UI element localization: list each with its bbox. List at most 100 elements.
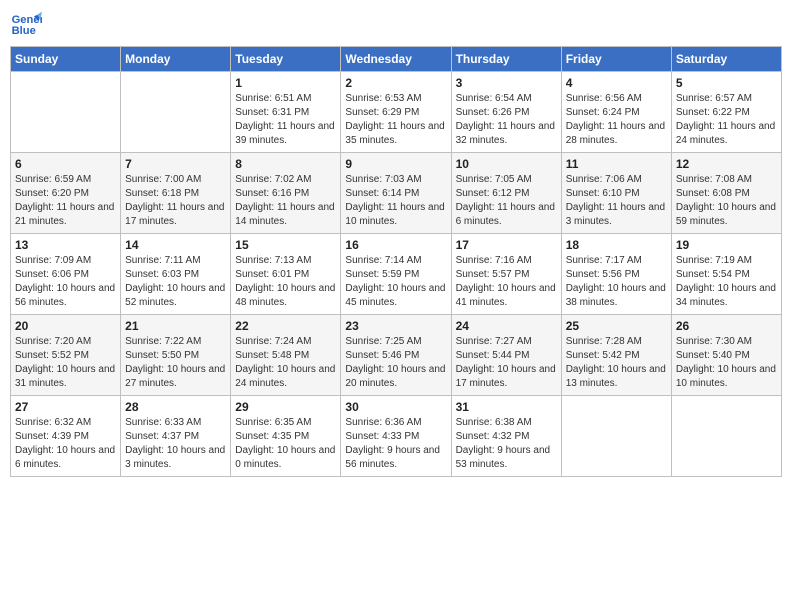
calendar-cell: 22 Sunrise: 7:24 AMSunset: 5:48 PMDaylig…	[231, 315, 341, 396]
day-number: 12	[676, 157, 777, 171]
day-info: Sunrise: 7:30 AMSunset: 5:40 PMDaylight:…	[676, 336, 776, 389]
day-info: Sunrise: 6:59 AMSunset: 6:20 PMDaylight:…	[15, 174, 114, 227]
day-number: 2	[345, 76, 446, 90]
day-info: Sunrise: 6:53 AMSunset: 6:29 PMDaylight:…	[345, 93, 444, 146]
calendar-cell: 1 Sunrise: 6:51 AMSunset: 6:31 PMDayligh…	[231, 72, 341, 153]
day-info: Sunrise: 7:05 AMSunset: 6:12 PMDaylight:…	[456, 174, 555, 227]
day-number: 17	[456, 238, 557, 252]
weekday-header: Tuesday	[231, 47, 341, 72]
calendar-week-row: 27 Sunrise: 6:32 AMSunset: 4:39 PMDaylig…	[11, 396, 782, 477]
day-info: Sunrise: 7:06 AMSunset: 6:10 PMDaylight:…	[566, 174, 665, 227]
weekday-header: Wednesday	[341, 47, 451, 72]
calendar-cell: 6 Sunrise: 6:59 AMSunset: 6:20 PMDayligh…	[11, 153, 121, 234]
day-number: 28	[125, 400, 226, 414]
day-number: 26	[676, 319, 777, 333]
day-info: Sunrise: 7:22 AMSunset: 5:50 PMDaylight:…	[125, 336, 225, 389]
day-number: 21	[125, 319, 226, 333]
calendar-cell: 4 Sunrise: 6:56 AMSunset: 6:24 PMDayligh…	[561, 72, 671, 153]
calendar-cell: 14 Sunrise: 7:11 AMSunset: 6:03 PMDaylig…	[121, 234, 231, 315]
day-info: Sunrise: 7:27 AMSunset: 5:44 PMDaylight:…	[456, 336, 556, 389]
day-number: 13	[15, 238, 116, 252]
day-info: Sunrise: 6:33 AMSunset: 4:37 PMDaylight:…	[125, 417, 225, 470]
day-number: 18	[566, 238, 667, 252]
day-info: Sunrise: 7:28 AMSunset: 5:42 PMDaylight:…	[566, 336, 666, 389]
calendar-week-row: 13 Sunrise: 7:09 AMSunset: 6:06 PMDaylig…	[11, 234, 782, 315]
day-info: Sunrise: 6:35 AMSunset: 4:35 PMDaylight:…	[235, 417, 335, 470]
logo-icon: General Blue	[10, 10, 42, 38]
calendar-cell: 25 Sunrise: 7:28 AMSunset: 5:42 PMDaylig…	[561, 315, 671, 396]
day-number: 31	[456, 400, 557, 414]
calendar-cell: 2 Sunrise: 6:53 AMSunset: 6:29 PMDayligh…	[341, 72, 451, 153]
calendar-cell	[561, 396, 671, 477]
day-info: Sunrise: 7:02 AMSunset: 6:16 PMDaylight:…	[235, 174, 334, 227]
calendar-cell: 3 Sunrise: 6:54 AMSunset: 6:26 PMDayligh…	[451, 72, 561, 153]
day-number: 6	[15, 157, 116, 171]
weekday-header: Sunday	[11, 47, 121, 72]
day-info: Sunrise: 7:09 AMSunset: 6:06 PMDaylight:…	[15, 255, 115, 308]
day-info: Sunrise: 6:38 AMSunset: 4:32 PMDaylight:…	[456, 417, 551, 470]
calendar-week-row: 6 Sunrise: 6:59 AMSunset: 6:20 PMDayligh…	[11, 153, 782, 234]
day-info: Sunrise: 6:51 AMSunset: 6:31 PMDaylight:…	[235, 93, 334, 146]
day-info: Sunrise: 7:14 AMSunset: 5:59 PMDaylight:…	[345, 255, 445, 308]
day-number: 22	[235, 319, 336, 333]
calendar-cell: 17 Sunrise: 7:16 AMSunset: 5:57 PMDaylig…	[451, 234, 561, 315]
calendar-cell: 7 Sunrise: 7:00 AMSunset: 6:18 PMDayligh…	[121, 153, 231, 234]
calendar-cell: 5 Sunrise: 6:57 AMSunset: 6:22 PMDayligh…	[671, 72, 781, 153]
day-number: 16	[345, 238, 446, 252]
day-info: Sunrise: 7:11 AMSunset: 6:03 PMDaylight:…	[125, 255, 225, 308]
day-info: Sunrise: 7:00 AMSunset: 6:18 PMDaylight:…	[125, 174, 224, 227]
day-number: 8	[235, 157, 336, 171]
calendar-cell: 13 Sunrise: 7:09 AMSunset: 6:06 PMDaylig…	[11, 234, 121, 315]
page-header: General Blue	[10, 10, 782, 38]
calendar-week-row: 1 Sunrise: 6:51 AMSunset: 6:31 PMDayligh…	[11, 72, 782, 153]
calendar-cell: 11 Sunrise: 7:06 AMSunset: 6:10 PMDaylig…	[561, 153, 671, 234]
day-number: 14	[125, 238, 226, 252]
calendar-cell: 12 Sunrise: 7:08 AMSunset: 6:08 PMDaylig…	[671, 153, 781, 234]
day-number: 23	[345, 319, 446, 333]
day-info: Sunrise: 7:19 AMSunset: 5:54 PMDaylight:…	[676, 255, 776, 308]
calendar-cell: 24 Sunrise: 7:27 AMSunset: 5:44 PMDaylig…	[451, 315, 561, 396]
calendar-cell: 18 Sunrise: 7:17 AMSunset: 5:56 PMDaylig…	[561, 234, 671, 315]
day-info: Sunrise: 6:56 AMSunset: 6:24 PMDaylight:…	[566, 93, 665, 146]
weekday-header: Friday	[561, 47, 671, 72]
day-info: Sunrise: 6:36 AMSunset: 4:33 PMDaylight:…	[345, 417, 440, 470]
day-number: 27	[15, 400, 116, 414]
day-number: 29	[235, 400, 336, 414]
day-info: Sunrise: 6:57 AMSunset: 6:22 PMDaylight:…	[676, 93, 775, 146]
day-info: Sunrise: 7:16 AMSunset: 5:57 PMDaylight:…	[456, 255, 556, 308]
day-number: 3	[456, 76, 557, 90]
day-number: 15	[235, 238, 336, 252]
calendar-cell: 29 Sunrise: 6:35 AMSunset: 4:35 PMDaylig…	[231, 396, 341, 477]
calendar-table: SundayMondayTuesdayWednesdayThursdayFrid…	[10, 46, 782, 477]
day-number: 4	[566, 76, 667, 90]
calendar-cell: 28 Sunrise: 6:33 AMSunset: 4:37 PMDaylig…	[121, 396, 231, 477]
calendar-cell: 10 Sunrise: 7:05 AMSunset: 6:12 PMDaylig…	[451, 153, 561, 234]
calendar-cell: 23 Sunrise: 7:25 AMSunset: 5:46 PMDaylig…	[341, 315, 451, 396]
weekday-header: Monday	[121, 47, 231, 72]
calendar-cell	[671, 396, 781, 477]
calendar-cell: 19 Sunrise: 7:19 AMSunset: 5:54 PMDaylig…	[671, 234, 781, 315]
calendar-cell: 30 Sunrise: 6:36 AMSunset: 4:33 PMDaylig…	[341, 396, 451, 477]
day-number: 19	[676, 238, 777, 252]
day-info: Sunrise: 6:54 AMSunset: 6:26 PMDaylight:…	[456, 93, 555, 146]
calendar-cell: 8 Sunrise: 7:02 AMSunset: 6:16 PMDayligh…	[231, 153, 341, 234]
day-number: 20	[15, 319, 116, 333]
calendar-week-row: 20 Sunrise: 7:20 AMSunset: 5:52 PMDaylig…	[11, 315, 782, 396]
day-number: 25	[566, 319, 667, 333]
calendar-cell	[11, 72, 121, 153]
day-info: Sunrise: 6:32 AMSunset: 4:39 PMDaylight:…	[15, 417, 115, 470]
calendar-cell: 20 Sunrise: 7:20 AMSunset: 5:52 PMDaylig…	[11, 315, 121, 396]
calendar-cell: 15 Sunrise: 7:13 AMSunset: 6:01 PMDaylig…	[231, 234, 341, 315]
day-number: 9	[345, 157, 446, 171]
day-number: 10	[456, 157, 557, 171]
day-info: Sunrise: 7:20 AMSunset: 5:52 PMDaylight:…	[15, 336, 115, 389]
day-info: Sunrise: 7:13 AMSunset: 6:01 PMDaylight:…	[235, 255, 335, 308]
day-number: 5	[676, 76, 777, 90]
day-info: Sunrise: 7:03 AMSunset: 6:14 PMDaylight:…	[345, 174, 444, 227]
day-number: 7	[125, 157, 226, 171]
day-info: Sunrise: 7:24 AMSunset: 5:48 PMDaylight:…	[235, 336, 335, 389]
svg-text:Blue: Blue	[12, 25, 36, 37]
logo: General Blue	[10, 10, 46, 38]
weekday-header: Saturday	[671, 47, 781, 72]
weekday-header-row: SundayMondayTuesdayWednesdayThursdayFrid…	[11, 47, 782, 72]
